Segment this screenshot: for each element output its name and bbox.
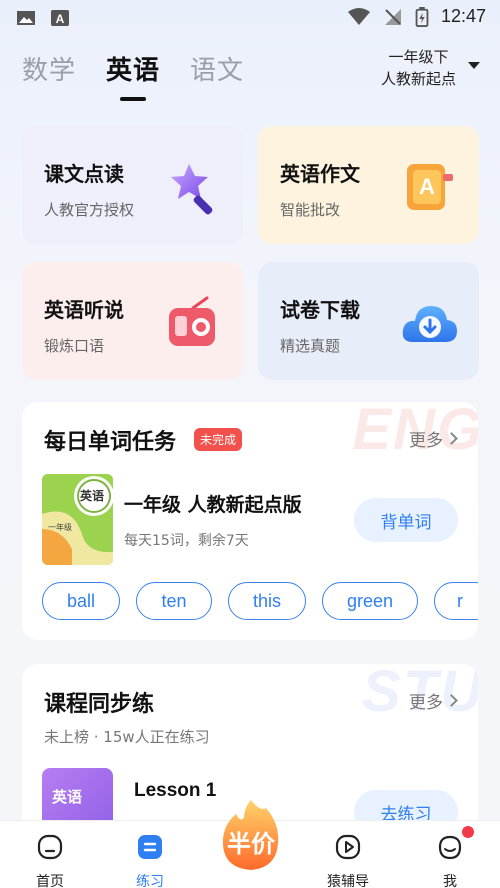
nav-home-label: 首页 [36,874,64,888]
daily-words-panel: ENG 每日单词任务 未完成 更多 英语 一年级 一年级 人教新起点版 每天15… [22,402,478,640]
nav-practice-label: 练习 [136,874,164,888]
svg-text:A: A [56,12,65,26]
status-bar: A 12:47 [0,0,500,36]
nav-tutor-label: 猿辅导 [327,874,369,888]
no-signal-icon [384,8,401,25]
status-badge: 未完成 [194,428,243,451]
word-chip[interactable]: r [434,582,478,620]
grade-selector[interactable]: 一年级下 人教新起点 [380,46,480,90]
play-video-icon [335,834,361,860]
chevron-right-icon [445,432,458,445]
book-progress: 每天15词，剩余7天 [124,533,249,549]
cloud-download-icon [402,306,457,342]
nav-home[interactable]: 首页 [20,833,80,888]
book-title: 一年级 人教新起点版 [124,494,302,516]
course-title: 课程同步练 [44,692,155,717]
more-label: 更多 [409,693,443,713]
tab-math[interactable]: 数学 [22,50,76,87]
half-price-promo-button[interactable]: 半价 [214,796,288,874]
grade-line1: 一年级下 [388,48,449,66]
more-label: 更多 [409,431,443,451]
tab-chinese[interactable]: 语文 [190,50,244,87]
wifi-icon [347,7,370,25]
memorize-words-button[interactable]: 背单词 [354,498,458,542]
course-stats: 未上榜 · 15w人正在练习 [44,728,210,746]
nav-practice[interactable]: 练习 [120,833,180,888]
app-notification-icon: A [51,10,69,26]
clock: 12:47 [440,6,486,26]
lesson-title: Lesson 1 [134,780,217,801]
feature-card-paper-download[interactable]: 试卷下载 精选真题 [258,262,479,380]
nav-tutor[interactable]: 猿辅导 [318,833,378,888]
svg-text:A: A [419,174,435,199]
home-icon [37,834,63,860]
magic-wand-icon [171,164,213,215]
practice-icon [138,835,162,859]
grade-line2: 人教新起点 [380,70,456,88]
word-chips: ball ten this green r [42,582,478,620]
feature-card-text-reading[interactable]: 课文点读 人教官方授权 [22,126,243,244]
tab-english[interactable]: 英语 [106,50,160,101]
daily-more-link[interactable]: 更多 [409,426,458,451]
feature-card-listening[interactable]: 英语听说 锻炼口语 [22,262,243,380]
course-more-link[interactable]: 更多 [409,688,458,713]
feature-card-essay[interactable]: 英语作文 智能批改 A [258,126,479,244]
subject-tabs: 数学 英语 语文 [22,50,244,101]
word-chip[interactable]: ball [42,582,120,620]
book-cover[interactable]: 英语 一年级 [42,474,113,565]
letter-book-icon: A [407,164,453,210]
profile-face-icon [438,835,462,860]
cover-label: 英语 [80,489,105,503]
nav-me[interactable]: 我 [420,833,480,888]
promo-label: 半价 [227,830,275,858]
cover-grade: 一年级 [48,523,72,532]
daily-words-title: 每日单词任务 [44,430,177,455]
radio-icon [169,296,215,346]
caret-down-icon [468,62,480,69]
word-chip[interactable]: ten [136,582,212,620]
word-chip[interactable]: this [228,582,306,620]
notification-dot [462,826,474,838]
image-icon [17,11,35,25]
battery-charging-icon [415,6,429,27]
chevron-right-icon [445,694,458,707]
nav-me-label: 我 [443,874,457,888]
word-chip[interactable]: green [322,582,418,620]
